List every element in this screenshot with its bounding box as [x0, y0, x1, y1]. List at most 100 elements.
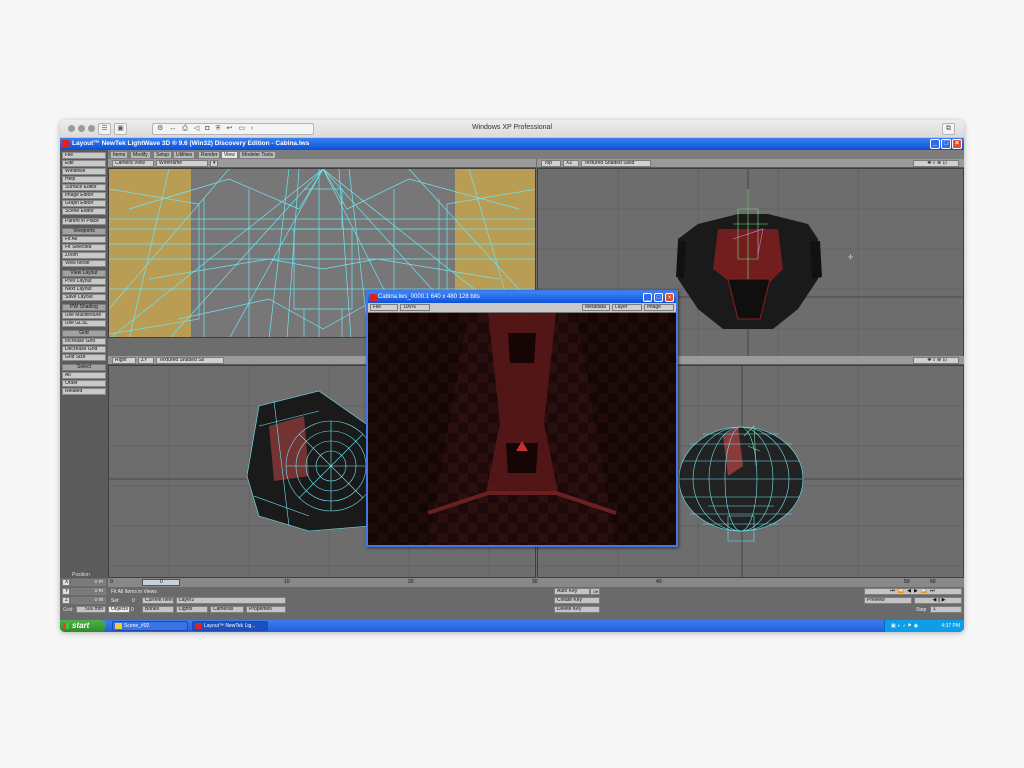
taskbar-item-label: Layout™ NewTek Lig... — [204, 623, 256, 629]
objects-button[interactable]: Objects — [108, 606, 130, 613]
render-file-dropdown[interactable]: File — [370, 304, 398, 311]
render-close-icon[interactable]: × — [665, 293, 674, 302]
transport-controls[interactable]: ⏮⏪◀▶⏩⏭ — [864, 588, 962, 595]
delete-key-button[interactable]: Delete Key — [554, 606, 600, 613]
menu-edit[interactable]: Edit — [62, 160, 106, 167]
prev-layout-button[interactable]: Prev Layout — [62, 278, 106, 285]
tab-items[interactable]: Items — [110, 151, 129, 159]
viewport-nav-icons[interactable]: ✥ ⌕ ⊕ ⊡ — [913, 160, 959, 167]
step-field[interactable]: 1 — [930, 606, 962, 613]
lights-button[interactable]: Lights — [176, 606, 208, 613]
position-z-field[interactable]: 0 m — [71, 597, 106, 604]
properties-button[interactable]: Properties — [246, 606, 286, 613]
preview-dropdown[interactable]: Preview — [864, 597, 912, 604]
auto-key-button[interactable]: Auto Key — [554, 588, 590, 595]
surface-editor-button[interactable]: Surface Editor — [62, 184, 106, 191]
minimize-icon[interactable]: _ — [930, 139, 940, 149]
lightwave-logo-icon — [62, 140, 70, 148]
view-layout-header: View Layout — [62, 270, 106, 277]
position-y-field[interactable]: 0 m — [71, 588, 106, 595]
viewport-menu-icon[interactable]: ▾ — [210, 160, 218, 167]
render-mode-dropdown[interactable]: Textured Shaded Solid — [581, 160, 651, 167]
parent-in-place-button[interactable]: Parent in Place — [62, 218, 106, 225]
select-header: Select — [62, 364, 106, 371]
render-window-toolbar: File 100% Metadata Layer Image — [368, 303, 676, 313]
use-multitexture-button[interactable]: Use Multitexture — [62, 312, 106, 319]
render-maximize-icon[interactable]: □ — [654, 293, 663, 302]
status-text: Fit All Items in Views — [111, 589, 157, 595]
axes-dropdown[interactable]: ZY — [138, 357, 154, 364]
taskbar-item-scene[interactable]: Scene_#02 — [112, 621, 188, 631]
tab-render[interactable]: Render — [198, 151, 221, 159]
taskbar-item-label: Scene_#02 — [124, 623, 150, 629]
view-mode-button[interactable]: View Mode — [62, 260, 106, 267]
start-button[interactable]: start — [60, 620, 106, 632]
current-item-dropdown[interactable]: Layer2 — [176, 597, 286, 604]
graph-editor-button[interactable]: Graph Editor — [62, 200, 106, 207]
render-window-logo-icon — [370, 294, 377, 301]
render-display-window[interactable]: Cabina.lws_0000.1 640 x 480 128 bits _ □… — [366, 290, 678, 547]
select-order-button[interactable]: Order — [62, 380, 106, 387]
toolbar-panel: File Edit Windows Help Surface Editor Im… — [60, 150, 108, 578]
use-glsl-button[interactable]: Use GLSL — [62, 320, 106, 327]
position-x-field[interactable]: 0 m — [71, 579, 106, 586]
tray-icons[interactable]: ▣◐♪⚑◉ — [891, 623, 920, 629]
tab-view[interactable]: View — [221, 151, 238, 159]
decrease-grid-button[interactable]: Decrease Grid — [62, 346, 106, 353]
view-type-dropdown[interactable]: Top — [541, 160, 561, 167]
render-mode-dropdown[interactable]: Textured Shaded So — [156, 357, 224, 364]
play-pause-controls[interactable]: ◀ ∥ ▶ — [914, 597, 962, 604]
tab-utilities[interactable]: Utilities — [173, 151, 196, 159]
render-window-title: Cabina.lws_0000.1 640 x 480 128 bits — [368, 292, 676, 303]
axes-dropdown[interactable]: XZ — [563, 160, 579, 167]
tab-setup[interactable]: Setup — [153, 151, 173, 159]
view-type-dropdown[interactable]: Right — [112, 357, 136, 364]
render-mode-dropdown[interactable]: Wireframe — [156, 160, 208, 167]
grid-header: Grid — [62, 330, 106, 337]
create-key-button[interactable]: Create Key — [554, 597, 600, 604]
render-zoom-dropdown[interactable]: 100% — [400, 304, 430, 311]
cameras-button[interactable]: Cameras — [210, 606, 244, 613]
frame-ruler[interactable]: 0 0 10 20 30 40 50 60 — [108, 578, 964, 587]
menu-help[interactable]: Help — [62, 176, 106, 183]
menu-windows[interactable]: Windows — [62, 168, 106, 175]
close-icon[interactable]: × — [952, 139, 962, 149]
taskbar-item-layout[interactable]: Layout™ NewTek Lig... — [192, 621, 268, 631]
tab-modify[interactable]: Modify — [130, 151, 151, 159]
select-related-button[interactable]: Related — [62, 388, 106, 395]
metadata-button[interactable]: Metadata — [582, 304, 610, 311]
maximize-icon[interactable]: □ — [941, 139, 951, 149]
sel-label: Sel: — [111, 598, 120, 604]
axis-z-button[interactable]: Z — [62, 597, 70, 604]
image-editor-button[interactable]: Image Editor — [62, 192, 106, 199]
auto-key-value[interactable]: Off — [590, 588, 600, 595]
lightwave-icon — [195, 623, 202, 629]
grid-size-field[interactable]: 500 mm — [76, 606, 106, 613]
tick-40: 40 — [656, 579, 662, 585]
menu-file[interactable]: File — [62, 152, 106, 159]
bones-button[interactable]: Bones — [142, 606, 174, 613]
guest-desktop: Layout™ NewTek LightWave 3D ® 9.6 (Win32… — [60, 138, 964, 632]
viewport-nav-icons[interactable]: ✥ ⌕ ⊕ ⊡ — [913, 357, 959, 364]
zoom-button[interactable]: Zoom — [62, 252, 106, 259]
increase-grid-button[interactable]: Increase Grid — [62, 338, 106, 345]
fit-selected-button[interactable]: Fit Selected — [62, 244, 106, 251]
select-all-button[interactable]: All — [62, 372, 106, 379]
tick-60: 60 — [930, 579, 936, 585]
next-layout-button[interactable]: Next Layout — [62, 286, 106, 293]
tick-0: 0 — [110, 579, 113, 585]
axis-x-button[interactable]: X — [62, 579, 70, 586]
scene-editor-button[interactable]: Scene Editor — [62, 208, 106, 215]
tab-modeler-tools[interactable]: Modeler Tools — [239, 151, 277, 159]
viewport-tr-header: Top XZ Textured Shaded Solid ✥ ⌕ ⊕ ⊡ — [537, 159, 964, 168]
save-layout-button[interactable]: Save Layout — [62, 294, 106, 301]
fit-all-button[interactable]: Fit All — [62, 236, 106, 243]
axis-y-button[interactable]: Y — [62, 588, 70, 595]
sel-count: 0 — [132, 598, 135, 604]
render-minimize-icon[interactable]: _ — [643, 293, 652, 302]
image-dropdown[interactable]: Image — [644, 304, 674, 311]
grid-size-button[interactable]: Grid Size — [62, 354, 106, 361]
layer-dropdown[interactable]: Layer — [612, 304, 642, 311]
view-type-dropdown[interactable]: Camera View — [112, 160, 154, 167]
fullscreen-icon[interactable]: ⧉ — [942, 123, 955, 135]
